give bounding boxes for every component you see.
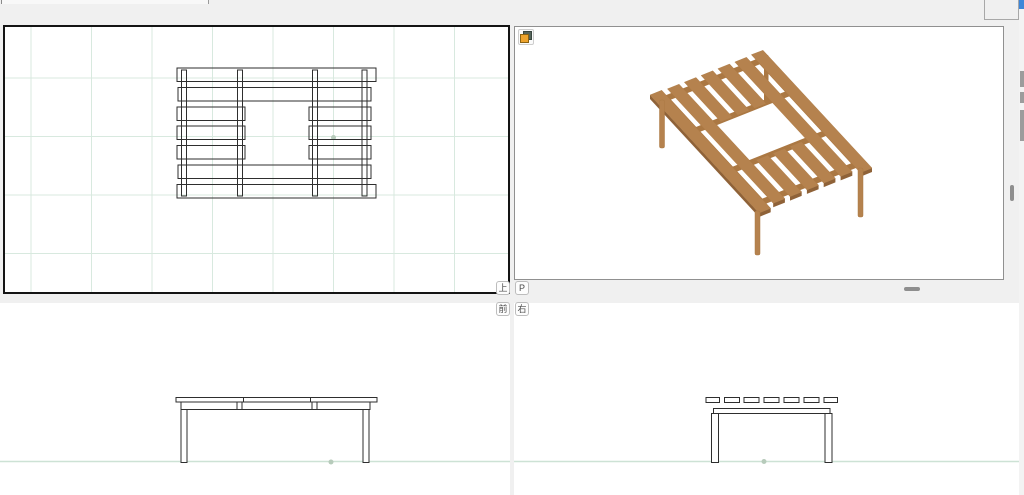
layered-boxes-icon[interactable]: [518, 29, 534, 45]
scrollbar-segment[interactable]: [1020, 71, 1024, 87]
front-view-canvas: [0, 303, 510, 495]
viewport-front-view[interactable]: [0, 303, 510, 495]
table-right-view-drawing: [706, 398, 838, 463]
window-tab-remnant: [1, 0, 209, 4]
horizontal-splitter-grip[interactable]: [904, 287, 920, 291]
right-view-canvas: [514, 303, 1019, 495]
view-button-front[interactable]: 前: [496, 302, 510, 316]
panel-accent-mark: [1019, 0, 1024, 9]
table-top-view-drawing: [177, 68, 376, 198]
right-edge-panel: [1019, 0, 1024, 495]
view-button-perspective[interactable]: P: [515, 281, 529, 295]
viewport-right-view[interactable]: [514, 303, 1019, 495]
table-3d-drawing: [650, 50, 872, 255]
table-front-view-drawing: [176, 398, 377, 463]
view-button-top[interactable]: 上: [496, 281, 510, 295]
scrollbar-segment[interactable]: [1020, 92, 1024, 103]
vertical-splitter-grip[interactable]: [1010, 185, 1014, 201]
perspective-canvas: [515, 27, 1003, 279]
origin-marker: [329, 460, 334, 465]
view-button-right[interactable]: 右: [515, 302, 529, 316]
origin-marker: [762, 459, 767, 464]
viewport-perspective-view[interactable]: [514, 26, 1004, 280]
scrollbar-segment[interactable]: [1020, 110, 1024, 141]
grid: [5, 27, 508, 292]
toolbar-button-remnant[interactable]: [984, 0, 1019, 20]
top-view-canvas: [5, 27, 508, 292]
toolbar: [0, 0, 1019, 24]
viewport-top-view[interactable]: [3, 25, 510, 294]
